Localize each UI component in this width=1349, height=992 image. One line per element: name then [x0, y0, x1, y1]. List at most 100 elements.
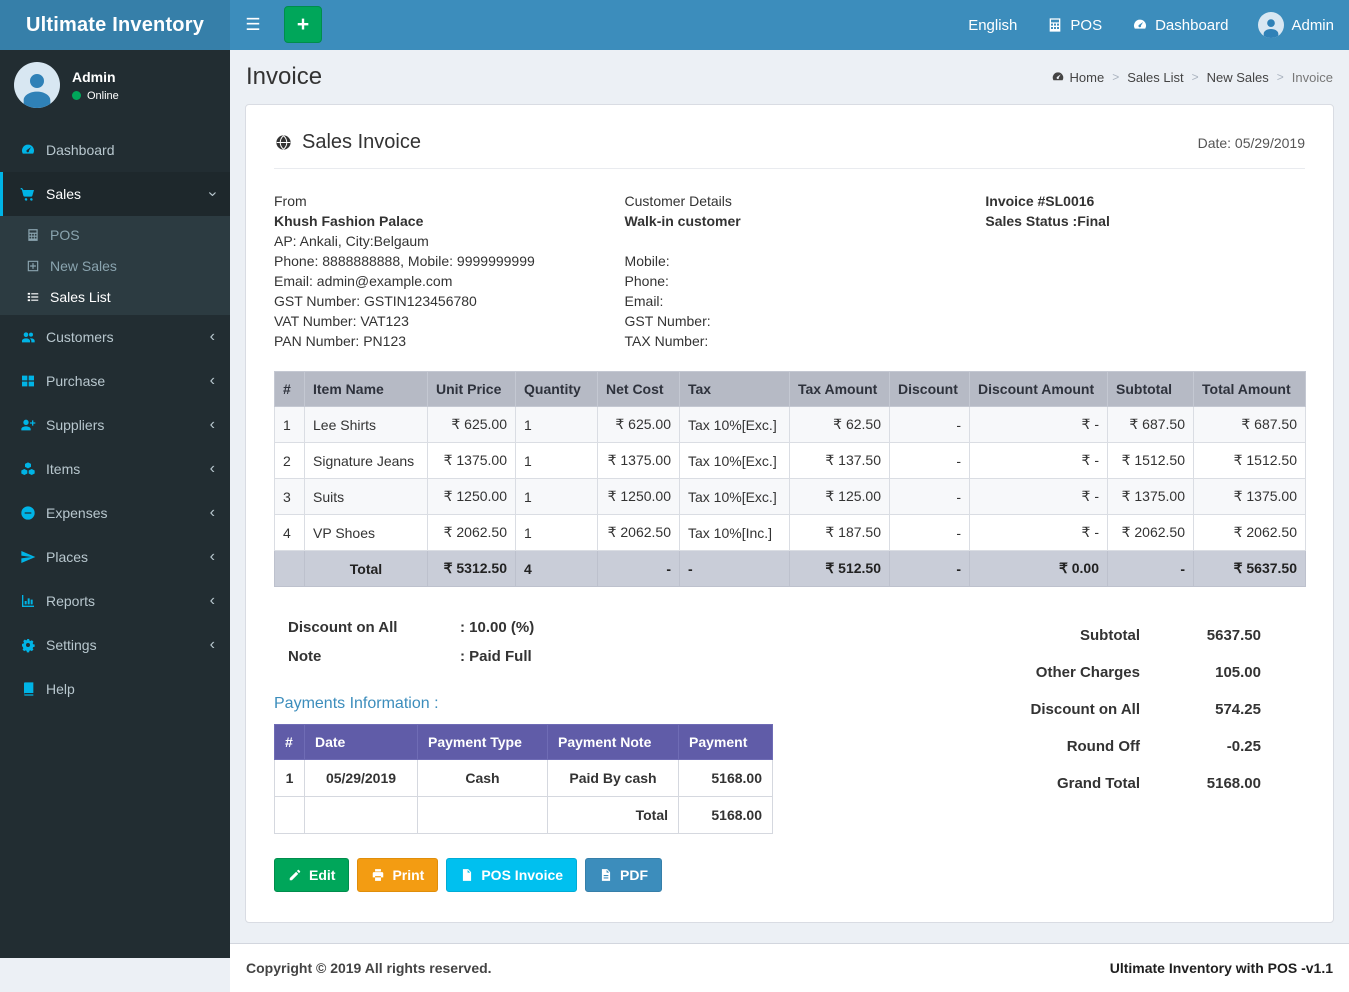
table-cell: ₹ 137.50 — [790, 443, 890, 479]
app-root: Ultimate Inventory ☰ + English POS Dashb… — [0, 0, 1349, 958]
minus-circle-icon — [15, 505, 40, 521]
top-navbar: Ultimate Inventory ☰ + English POS Dashb… — [0, 0, 1349, 50]
invoice-card: Sales Invoice Date: 05/29/2019 From Khus… — [245, 104, 1334, 923]
sidebar-item-customers[interactable]: Customers ‹ — [0, 315, 230, 359]
sidebar-item-expenses[interactable]: Expenses ‹ — [0, 491, 230, 535]
sidebar-toggle-button[interactable]: ☰ — [230, 0, 276, 50]
table-cell: ₹ 2062.50 — [1108, 515, 1194, 551]
users-icon — [15, 329, 40, 345]
table-cell: 1 — [516, 443, 598, 479]
table-cell: ₹ 625.00 — [428, 407, 516, 443]
user-status: Online — [72, 90, 119, 102]
sidebar-item-label: Help — [46, 681, 75, 697]
sidebar-item-label: POS — [50, 227, 80, 243]
customer-mobile: Mobile: — [625, 251, 986, 271]
breadcrumb-home[interactable]: Home — [1051, 70, 1105, 85]
table-cell: ₹ 2062.50 — [428, 515, 516, 551]
sidebar-item-label: Items — [46, 461, 80, 477]
payments-table: #DatePayment TypePayment NotePayment105/… — [274, 724, 773, 834]
edit-button-label: Edit — [309, 867, 335, 883]
table-cell: VP Shoes — [305, 515, 428, 551]
nav-language[interactable]: English — [953, 0, 1032, 50]
column-header: Quantity — [516, 372, 598, 407]
table-total-cell: ₹ 0.00 — [970, 551, 1108, 587]
summary-label: Round Off — [983, 738, 1140, 755]
table-cell: Signature Jeans — [305, 443, 428, 479]
sidebar-item-label: Sales — [46, 186, 81, 202]
sidebar-item-reports[interactable]: Reports ‹ — [0, 579, 230, 623]
column-header: Discount — [890, 372, 970, 407]
table-cell: Tax 10%[Exc.] — [680, 443, 790, 479]
table-cell: - — [890, 515, 970, 551]
sidebar-item-label: Places — [46, 549, 88, 565]
nav-pos[interactable]: POS — [1032, 0, 1117, 50]
chevron-left-icon: ‹ — [210, 417, 215, 433]
sidebar-item-purchase[interactable]: Purchase ‹ — [0, 359, 230, 403]
table-cell: 1 — [275, 760, 305, 797]
sidebar-item-help[interactable]: Help — [0, 667, 230, 711]
sidebar-item-label: Sales List — [50, 289, 111, 305]
invoice-title-text: Sales Invoice — [302, 131, 421, 154]
quick-add-button[interactable]: + — [284, 6, 322, 43]
chevron-left-icon: ‹ — [210, 637, 215, 653]
user-status-label: Online — [87, 90, 119, 102]
table-row: 4VP Shoes₹ 2062.501₹ 2062.50Tax 10%[Inc.… — [275, 515, 1306, 551]
sidebar-item-suppliers[interactable]: Suppliers ‹ — [0, 403, 230, 447]
globe-icon — [274, 133, 293, 152]
table-total-cell: ₹ 5312.50 — [428, 551, 516, 587]
pos-invoice-button[interactable]: POS Invoice — [446, 858, 577, 892]
file-pdf-icon — [599, 868, 613, 882]
invoice-meta: Invoice #SL0016 Sales Status :Final — [985, 191, 1305, 351]
pdf-button[interactable]: PDF — [585, 858, 662, 892]
table-row: 3Suits₹ 1250.001₹ 1250.00Tax 10%[Exc.]₹ … — [275, 479, 1306, 515]
table-cell: ₹ 1375.00 — [1108, 479, 1194, 515]
chevron-left-icon: ‹ — [210, 461, 215, 477]
sidebar-item-items[interactable]: Items ‹ — [0, 447, 230, 491]
breadcrumb-sales-list[interactable]: Sales List — [1127, 70, 1183, 85]
customer-tax: TAX Number: — [625, 331, 986, 351]
footer: Copyright © 2019 All rights reserved. Ul… — [230, 943, 1349, 992]
sidebar-item-places[interactable]: Places ‹ — [0, 535, 230, 579]
column-header: Discount Amount — [970, 372, 1108, 407]
summary-value: 105.00 — [1140, 664, 1305, 681]
summary-other-charges: Other Charges 105.00 — [983, 654, 1305, 691]
table-cell: - — [890, 479, 970, 515]
summary-value: 5168.00 — [1140, 775, 1305, 792]
seller-details: From Khush Fashion Palace AP: Ankali, Ci… — [274, 191, 625, 351]
brand-logo[interactable]: Ultimate Inventory — [0, 0, 230, 50]
table-total-cell: Total — [305, 551, 428, 587]
invoice-parties: From Khush Fashion Palace AP: Ankali, Ci… — [274, 191, 1305, 351]
sidebar-item-sales-list[interactable]: Sales List — [0, 281, 230, 312]
breadcrumb-new-sales[interactable]: New Sales — [1207, 70, 1269, 85]
seller-email: Email: admin@example.com — [274, 271, 625, 291]
sidebar-item-sales[interactable]: Sales ‹ — [0, 172, 230, 216]
table-total-cell: - — [680, 551, 790, 587]
invoice-number: Invoice #SL0016 — [985, 191, 1305, 211]
column-header: Subtotal — [1108, 372, 1194, 407]
print-button[interactable]: Print — [357, 858, 438, 892]
content: Invoice Home > Sales List > New Sales > — [230, 50, 1349, 943]
payments-title: Payments Information : — [274, 695, 794, 713]
summary-value: 574.25 — [1140, 701, 1305, 718]
column-header: Total Amount — [1194, 372, 1306, 407]
nav-dashboard[interactable]: Dashboard — [1117, 0, 1243, 50]
column-header: Item Name — [305, 372, 428, 407]
grid-icon — [15, 373, 40, 389]
breadcrumb-label: Home — [1070, 70, 1105, 85]
sidebar-user-panel: Admin Online — [0, 50, 230, 122]
sidebar-sales-submenu: POS New Sales Sales List — [0, 216, 230, 315]
sidebar-item-settings[interactable]: Settings ‹ — [0, 623, 230, 667]
invoice-bottom: Discount on All : 10.00 (%) Note : Paid … — [274, 613, 1305, 892]
edit-button[interactable]: Edit — [274, 858, 349, 892]
chevron-left-icon: ‹ — [210, 549, 215, 565]
sidebar-item-dashboard[interactable]: Dashboard — [0, 128, 230, 172]
column-header: Payment Note — [548, 725, 679, 760]
invoice-date: Date: 05/29/2019 — [1198, 135, 1305, 151]
nav-user[interactable]: Admin — [1243, 0, 1349, 50]
user-name: Admin — [72, 69, 119, 85]
table-total-cell: - — [1108, 551, 1194, 587]
sidebar-item-new-sales[interactable]: New Sales — [0, 250, 230, 281]
sidebar-item-pos[interactable]: POS — [0, 219, 230, 250]
sidebar-item-label: Reports — [46, 593, 95, 609]
app-version: Ultimate Inventory with POS -v1.1 — [1110, 960, 1333, 976]
